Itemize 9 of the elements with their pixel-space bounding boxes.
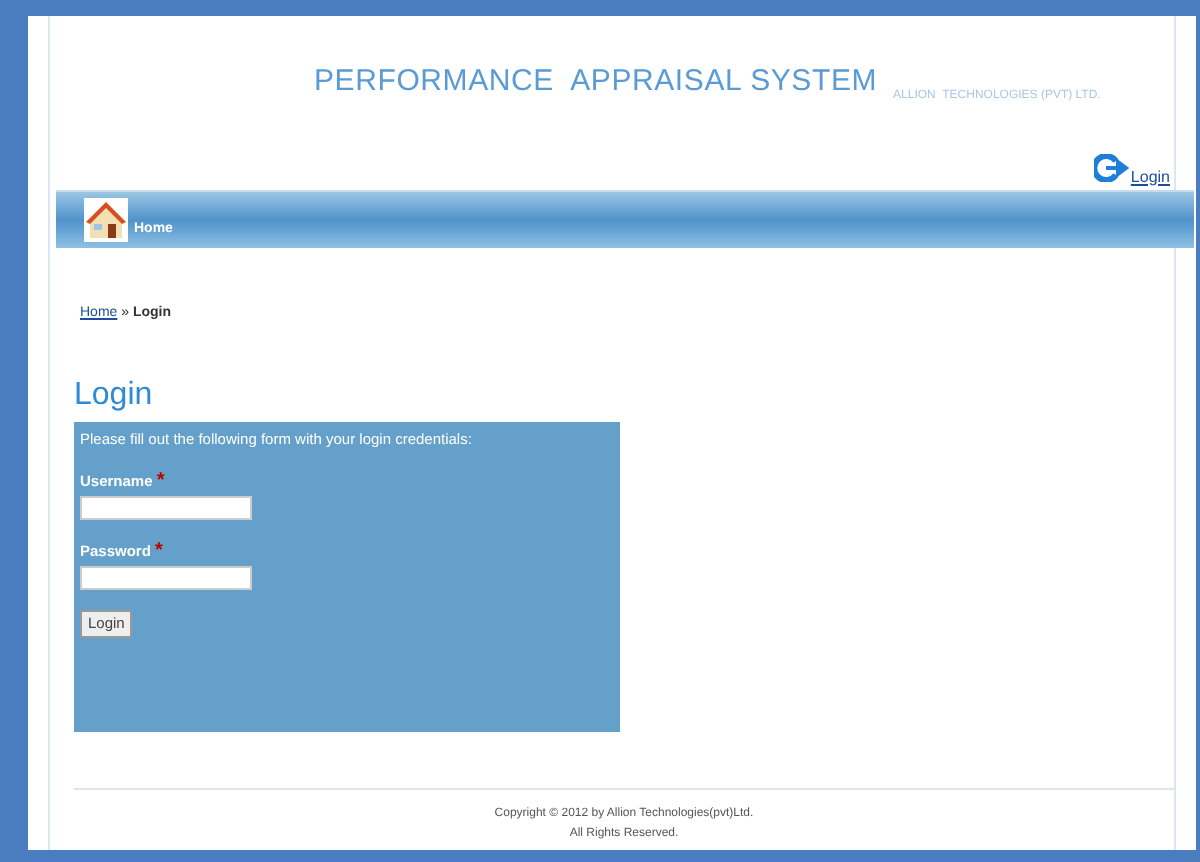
input-field[interactable] <box>80 566 252 591</box>
required-mark: * <box>155 540 163 563</box>
input-field[interactable] <box>80 496 252 521</box>
site-title: PERFORMANCE APPRAISAL SYSTEM <box>314 62 878 102</box>
logout-arrow-icon[interactable] <box>1094 153 1131 181</box>
required-mark: * <box>156 470 165 493</box>
house-icon <box>84 197 128 241</box>
page-heading: Login <box>74 376 155 415</box>
login-link[interactable]: Login <box>1130 165 1170 189</box>
